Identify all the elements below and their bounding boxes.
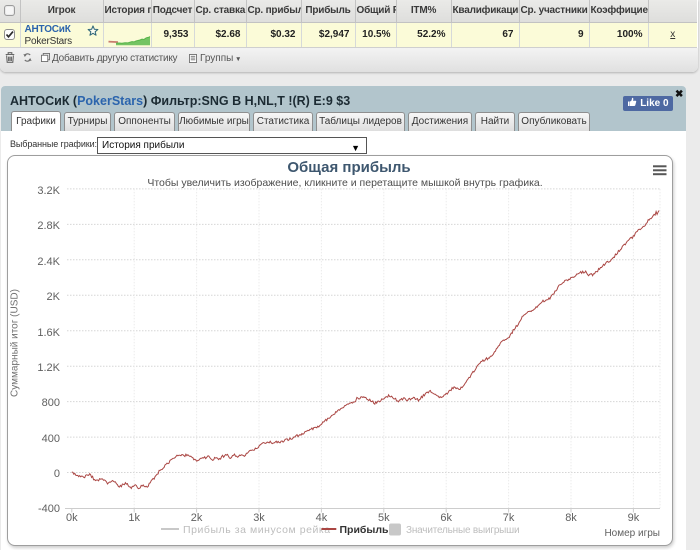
svg-text:0: 0	[54, 468, 60, 480]
svg-text:2K: 2K	[47, 291, 61, 303]
svg-text:9k: 9k	[628, 512, 640, 524]
svg-text:4k: 4k	[316, 512, 328, 524]
svg-text:8k: 8k	[565, 512, 577, 524]
svg-text:1.2K: 1.2K	[37, 362, 60, 374]
svg-text:2.8K: 2.8K	[37, 220, 60, 232]
svg-text:5k: 5k	[378, 512, 390, 524]
svg-text:2.4K: 2.4K	[37, 256, 60, 268]
svg-text:3.2K: 3.2K	[37, 185, 60, 197]
svg-text:6k: 6k	[440, 512, 452, 524]
svg-text:7k: 7k	[503, 512, 515, 524]
svg-text:1.6K: 1.6K	[37, 327, 60, 339]
svg-text:800: 800	[42, 397, 60, 409]
svg-text:Значительные выигрыши: Значительные выигрыши	[406, 525, 519, 536]
svg-text:Общая прибыль: Общая прибыль	[287, 159, 410, 176]
svg-text:1k: 1k	[128, 512, 140, 524]
svg-text:Прибыль за минусом рейка: Прибыль за минусом рейка	[183, 524, 331, 536]
svg-text:Суммарный итог (USD): Суммарный итог (USD)	[10, 289, 21, 397]
svg-text:2k: 2k	[191, 512, 203, 524]
svg-text:0k: 0k	[66, 512, 78, 524]
svg-text:3k: 3k	[253, 512, 265, 524]
svg-text:Прибыль: Прибыль	[340, 524, 390, 536]
svg-text:-400: -400	[38, 503, 60, 515]
svg-text:400: 400	[42, 433, 60, 445]
svg-text:Чтобы увеличить изображение, к: Чтобы увеличить изображение, кликните и …	[147, 177, 542, 189]
svg-text:Номер игры: Номер игры	[604, 528, 660, 539]
